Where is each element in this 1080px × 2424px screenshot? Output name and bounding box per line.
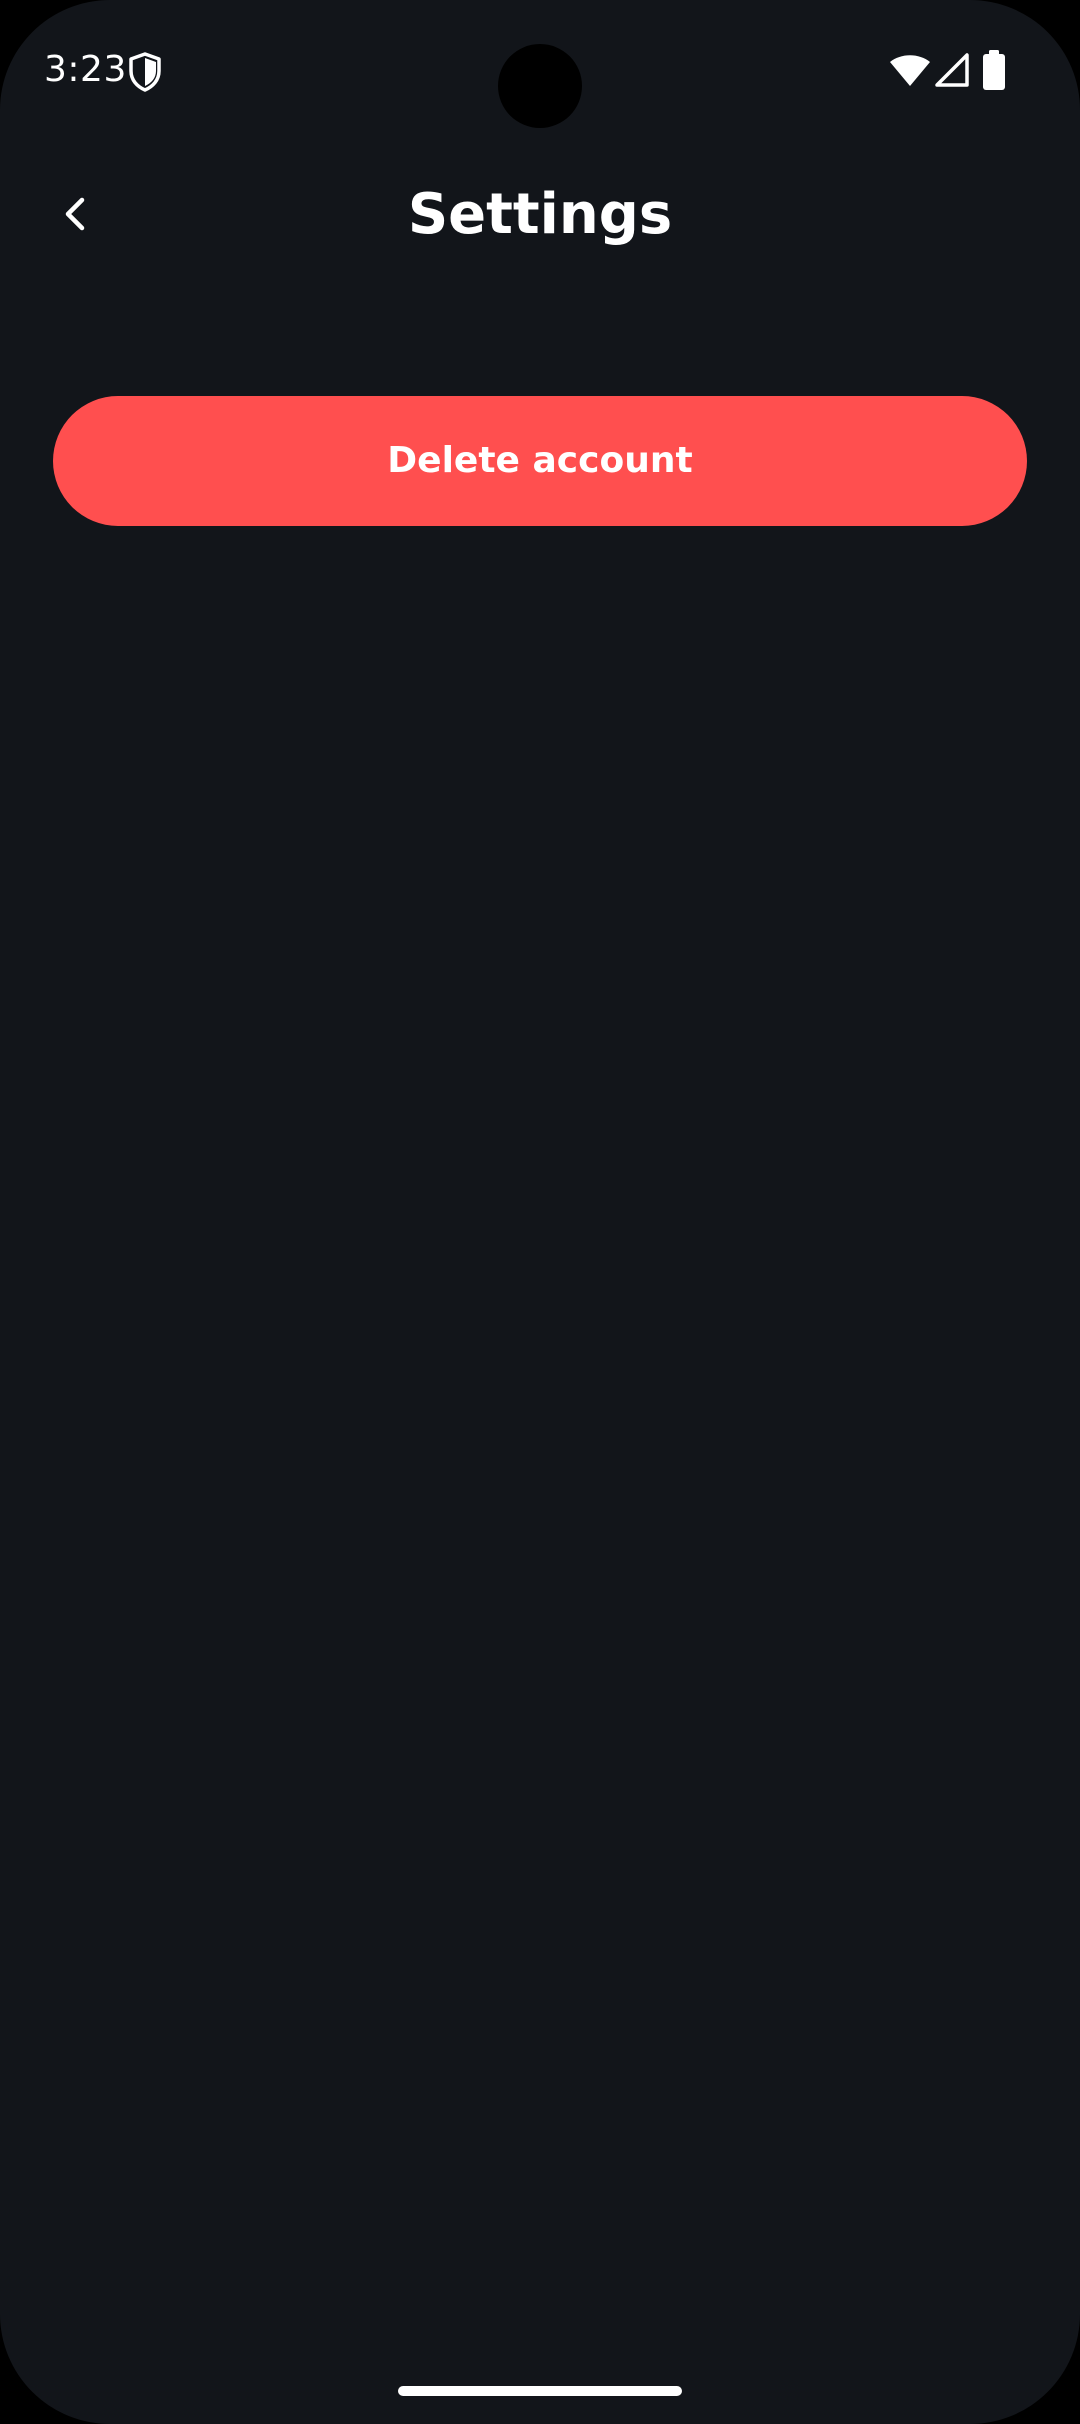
- camera-cutout: [498, 44, 582, 128]
- delete-account-button[interactable]: Delete account: [53, 396, 1027, 526]
- signal-icon: [935, 53, 969, 87]
- gesture-nav-handle[interactable]: [398, 2386, 682, 2396]
- battery-icon: [983, 50, 1005, 90]
- status-time: 3:23: [44, 49, 127, 90]
- wifi-icon: [890, 55, 930, 86]
- top-app-bar: Settings: [0, 160, 1080, 270]
- shield-icon: [129, 52, 161, 92]
- settings-screen: 3:23 Settings Delete account: [0, 0, 1080, 2424]
- page-title: Settings: [407, 182, 673, 247]
- status-bar: 3:23: [0, 0, 1080, 140]
